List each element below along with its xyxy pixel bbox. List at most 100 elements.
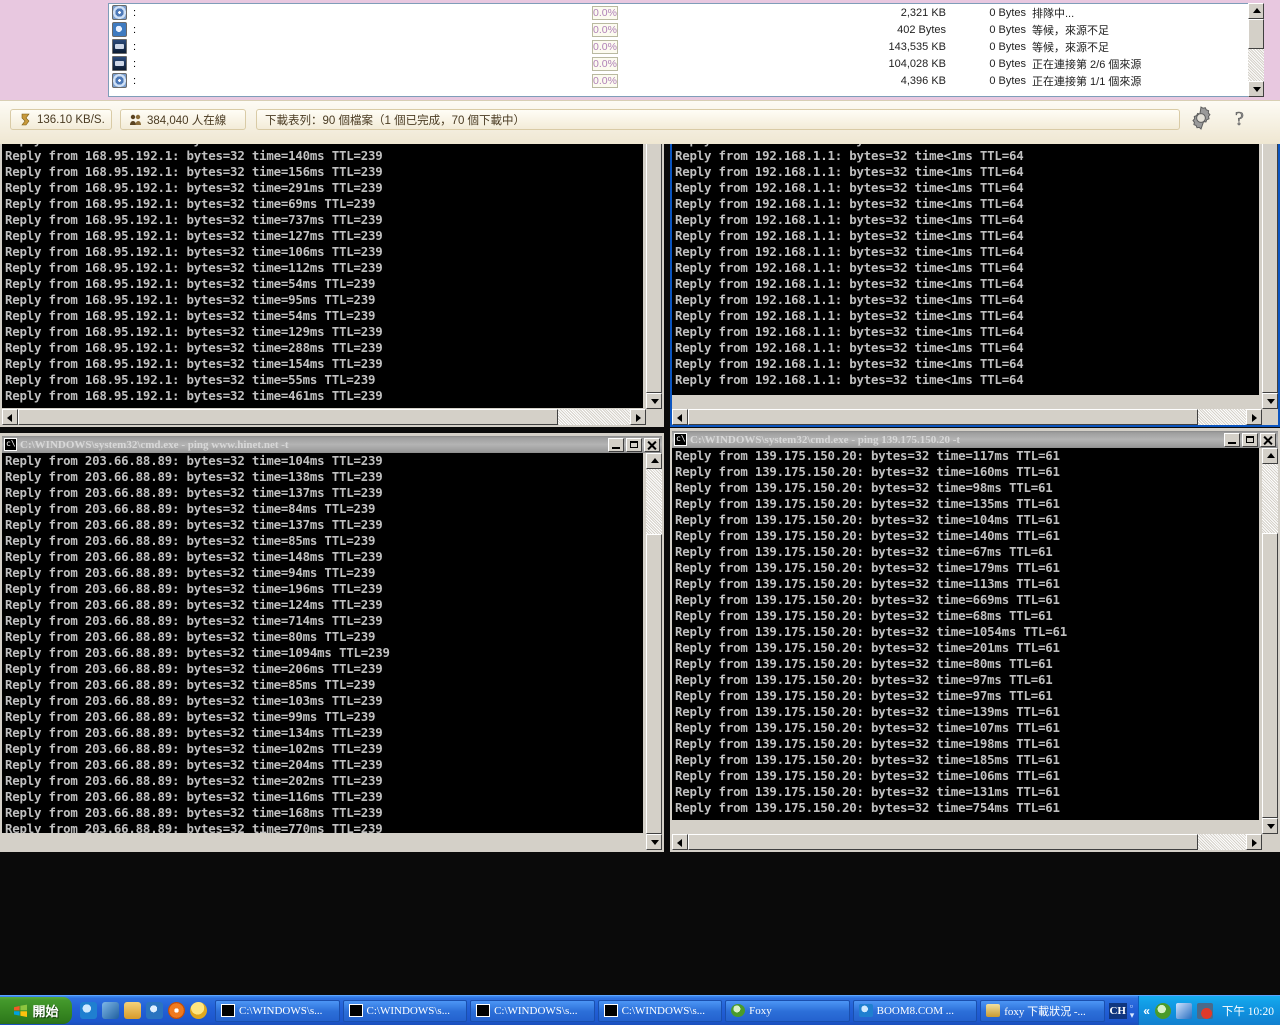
outlook-express-icon[interactable] <box>102 1002 119 1019</box>
download-summary: 下載表列：90 個檔案（1 個已完成，70 個下載中） <box>256 109 1180 130</box>
close-button[interactable] <box>644 437 660 452</box>
taskbar-button[interactable]: foxy 下載狀況 -... <box>980 999 1105 1022</box>
scroll-right-button[interactable] <box>630 409 646 425</box>
hscroll-thumb[interactable] <box>688 409 1198 425</box>
download-row[interactable]: : 0.0% 104,028 KB 0 Bytes 正在連接第 2/6 個來源 <box>109 55 1262 72</box>
titlebar[interactable]: C:\WINDOWS\system32\cmd.exe - ping www.h… <box>2 436 662 453</box>
console-text: Reply from 203.66.88.89: bytes=32 time=1… <box>5 453 390 833</box>
online-users-indicator: 384,040 人在線 <box>120 109 246 130</box>
scroll-down-button[interactable] <box>646 393 662 409</box>
clock[interactable]: 下午 10:20 <box>1218 1003 1274 1019</box>
downloaded-size: 0 Bytes <box>989 23 1026 36</box>
scroll-left-button[interactable] <box>672 409 688 425</box>
language-indicator[interactable]: CH <box>1108 1002 1127 1019</box>
taskbar-button[interactable]: C:\WINDOWS\s... <box>342 999 468 1022</box>
resize-grip[interactable] <box>1262 834 1278 850</box>
scroll-right-button[interactable] <box>1246 409 1262 425</box>
media-player-icon[interactable] <box>168 1002 185 1019</box>
hscroll-thumb[interactable] <box>688 834 1198 850</box>
scroll-right-button[interactable] <box>1246 834 1262 850</box>
antivirus-tray-icon[interactable] <box>1196 1002 1213 1019</box>
tray-expand-button[interactable]: « <box>1143 1004 1150 1018</box>
progress-cell: 0.0% <box>592 73 828 88</box>
taskbar-button[interactable]: C:\WINDOWS\s... <box>597 999 723 1022</box>
file-name: : <box>133 57 137 70</box>
language-bar-handle[interactable]: ▫ ▾ <box>1130 1001 1135 1020</box>
scroll-track[interactable] <box>646 469 662 834</box>
show-desktop-icon[interactable] <box>124 1002 141 1019</box>
list-scroll-track[interactable] <box>1248 19 1264 81</box>
progress-bar: 0.0% <box>592 5 618 20</box>
online-users-value: 384,040 人在線 <box>147 114 227 127</box>
ie-icon[interactable] <box>80 1002 97 1019</box>
cmd-icon <box>348 1004 363 1017</box>
users-icon <box>129 113 142 126</box>
cmd-icon <box>603 1004 618 1017</box>
scroll-thumb[interactable] <box>1262 533 1278 818</box>
download-status: 等候，來源不足 <box>1032 24 1109 37</box>
horizontal-scrollbar[interactable] <box>672 834 1262 850</box>
vertical-scrollbar[interactable] <box>646 453 662 850</box>
task-button-list: C:\WINDOWS\s... C:\WINDOWS\s... C:\WINDOWS… <box>213 999 1105 1022</box>
scroll-down-button[interactable] <box>646 834 662 850</box>
taskbar-button[interactable]: Foxy <box>725 999 850 1022</box>
windows-flag-icon <box>13 1004 28 1018</box>
language-bar[interactable]: CH ▫ ▾ <box>1105 1001 1139 1020</box>
scroll-track[interactable] <box>1262 464 1278 818</box>
media-guide-icon[interactable] <box>146 1002 163 1019</box>
minimize-button[interactable] <box>1224 432 1240 447</box>
cmd-window-seednet[interactable]: C:\WINDOWS\system32\cmd.exe - ping 139.1… <box>670 428 1280 852</box>
scroll-up-button[interactable] <box>1262 448 1278 464</box>
ie-icon <box>858 1004 873 1017</box>
start-button[interactable]: 開始 <box>0 997 72 1024</box>
download-list[interactable]: : 0.0% 2,321 KB 0 Bytes 排隊中...: 0.0% 402 Bytes… <box>108 3 1263 97</box>
scroll-down-button[interactable] <box>1262 393 1278 409</box>
horizontal-scrollbar[interactable] <box>672 409 1262 425</box>
file-name: : <box>133 23 137 36</box>
list-scroll-up-button[interactable] <box>1248 3 1264 19</box>
download-list-panel: : 0.0% 2,321 KB 0 Bytes 排隊中...: 0.0% 402 Bytes… <box>0 0 1280 100</box>
hscroll-track[interactable] <box>18 409 630 425</box>
scroll-left-button[interactable] <box>2 409 18 425</box>
download-row[interactable]: : 0.0% 2,321 KB 0 Bytes 排隊中... <box>109 4 1262 21</box>
close-button[interactable] <box>1260 432 1276 447</box>
vertical-scrollbar[interactable] <box>1262 448 1278 834</box>
download-list-scrollbar[interactable] <box>1248 3 1264 97</box>
foxy-download-manager: : 0.0% 2,321 KB 0 Bytes 排隊中...: 0.0% 402 Bytes… <box>0 0 1280 144</box>
horizontal-scrollbar[interactable] <box>2 409 646 425</box>
list-scroll-down-button[interactable] <box>1248 81 1264 97</box>
scroll-up-button[interactable] <box>646 453 662 469</box>
video-file-icon <box>109 56 129 71</box>
network-tray-icon[interactable] <box>1175 1002 1192 1019</box>
taskbar-button-label: C:\WINDOWS\s... <box>621 1004 706 1017</box>
maximize-button[interactable] <box>1242 432 1258 447</box>
downloaded-size: 0 Bytes <box>989 6 1026 19</box>
resize-grip[interactable] <box>646 409 662 425</box>
resize-grip[interactable] <box>1262 409 1278 425</box>
scroll-down-button[interactable] <box>1262 818 1278 834</box>
gear-icon[interactable] <box>1186 105 1216 135</box>
list-scroll-thumb[interactable] <box>1248 19 1264 49</box>
taskbar-button[interactable]: C:\WINDOWS\s... <box>215 999 340 1022</box>
scroll-left-button[interactable] <box>672 834 688 850</box>
help-icon[interactable]: ? <box>1226 105 1256 135</box>
system-tray: « 下午 10:20 <box>1138 996 1280 1025</box>
hscroll-track[interactable] <box>688 409 1246 425</box>
download-row[interactable]: : 0.0% 143,535 KB 0 Bytes 等候，來源不足 <box>109 38 1262 55</box>
download-row[interactable]: : 0.0% 402 Bytes 0 Bytes 等候，來源不足 <box>109 21 1262 38</box>
taskbar-button[interactable]: C:\WINDOWS\s... <box>470 999 595 1022</box>
scroll-thumb[interactable] <box>646 534 662 834</box>
hscroll-track[interactable] <box>688 834 1246 850</box>
foxy-tray-icon[interactable] <box>1154 1002 1171 1019</box>
hscroll-thumb[interactable] <box>18 409 558 425</box>
titlebar[interactable]: C:\WINDOWS\system32\cmd.exe - ping 139.1… <box>672 431 1278 448</box>
maximize-button[interactable] <box>626 437 642 452</box>
download-row[interactable]: : 0.0% 4,396 KB 0 Bytes 正在連接第 1/1 個來源 <box>109 72 1262 89</box>
progress-cell: 0.0% <box>592 39 828 54</box>
taskbar-button[interactable]: BOOM8.COM ... <box>852 999 978 1022</box>
cmd-icon <box>221 1004 235 1017</box>
msn-messenger-icon[interactable] <box>190 1002 207 1019</box>
cmd-window-hinet-www[interactable]: C:\WINDOWS\system32\cmd.exe - ping www.h… <box>0 433 664 852</box>
minimize-button[interactable] <box>608 437 624 452</box>
scroll-thumb[interactable] <box>1262 103 1278 393</box>
